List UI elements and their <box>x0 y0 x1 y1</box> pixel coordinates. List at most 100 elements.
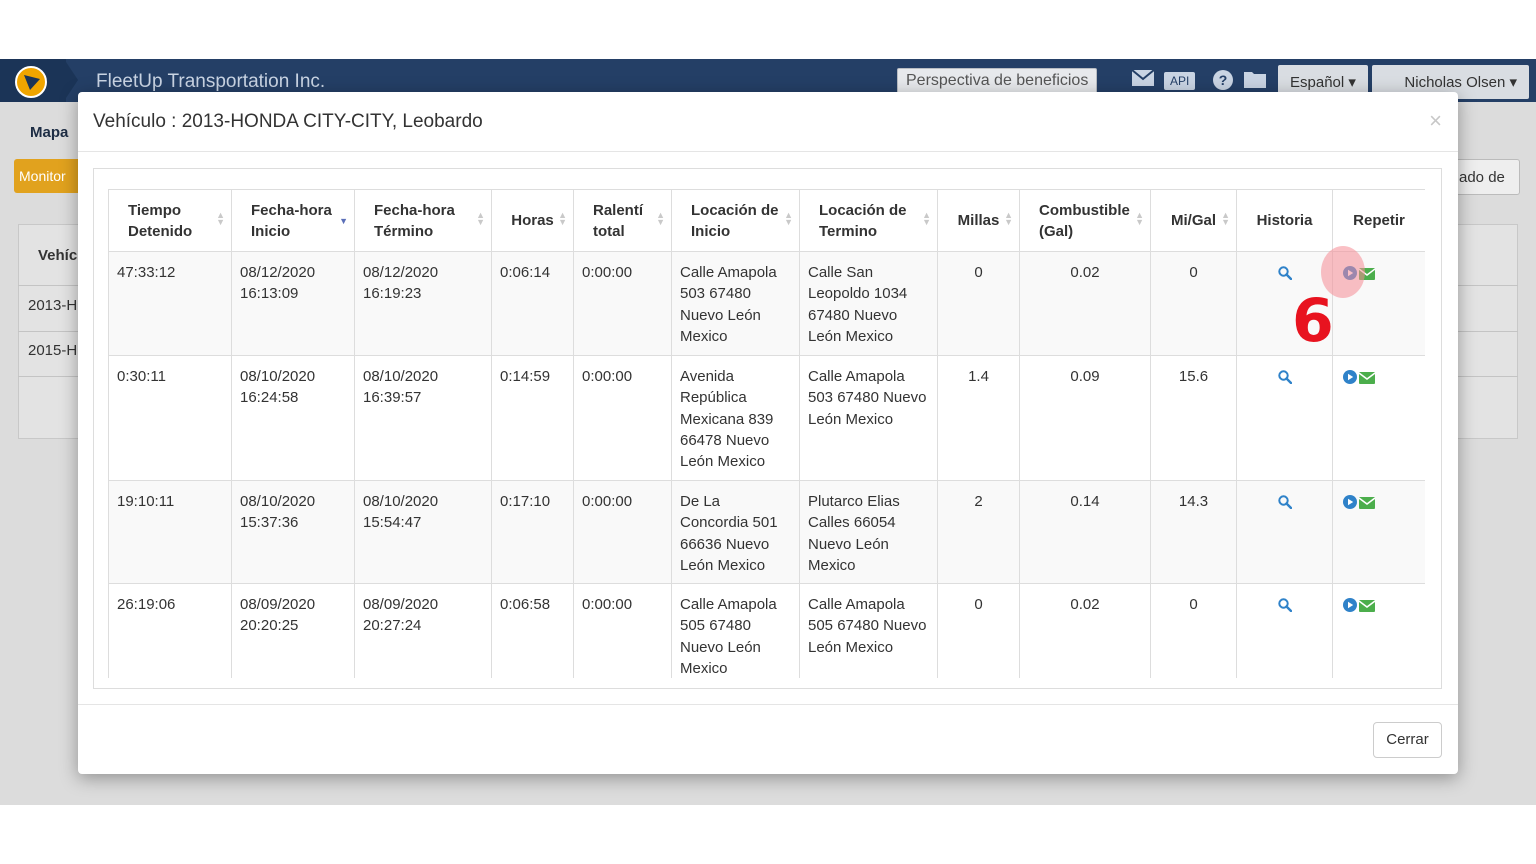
cell-end: 08/10/2020 15:54:47 <box>354 480 492 584</box>
sort-icon: ▲ ▼ <box>1135 210 1144 227</box>
monitor-button[interactable]: Monitor <box>14 159 84 193</box>
cell-miles: 0 <box>937 251 1020 356</box>
trip-modal: Vehículo : 2013-HONDA CITY-CITY, Leobard… <box>78 92 1458 774</box>
folder-icon[interactable] <box>1244 70 1268 93</box>
table-container: Tiempo Detenido ▲ ▼ Fecha-hora Inicio ▼ Fec… <box>93 168 1442 689</box>
caret-down-icon: ▾ <box>1348 74 1356 91</box>
cell-fuel: 0.02 <box>1019 251 1151 356</box>
cell-start: 08/09/2020 20:20:25 <box>231 583 355 678</box>
vehicle-column-header: Vehíc <box>38 247 78 264</box>
user-name: Nicholas Olsen <box>1404 74 1506 91</box>
sort-icon: ▲ ▼ <box>216 210 225 227</box>
cell-end-location: Calle Amapola 505 67480 Nuevo León Mexic… <box>799 583 938 678</box>
caret-down-icon: ▾ <box>1509 74 1517 91</box>
header-label: Historia <box>1256 212 1313 229</box>
header-label: Combustible (Gal) <box>1039 201 1130 240</box>
col-header-history: Historia <box>1236 189 1333 252</box>
cell-hours: 0:06:58 <box>491 583 574 678</box>
close-button[interactable]: Cerrar <box>1373 722 1442 758</box>
table-scroll[interactable]: Tiempo Detenido ▲ ▼ Fecha-hora Inicio ▼ Fec… <box>108 189 1425 678</box>
cell-hours: 0:06:14 <box>491 251 574 356</box>
company-name: FleetUp Transportation Inc. <box>96 71 326 92</box>
cell-mpg: 15.6 <box>1150 355 1237 481</box>
api-badge[interactable]: API <box>1164 72 1196 90</box>
cell-stopped: 0:30:11 <box>108 355 232 481</box>
divider <box>78 704 1458 705</box>
tab-map[interactable]: Mapa <box>30 124 68 141</box>
cell-mpg: 0 <box>1150 583 1237 678</box>
col-header-start[interactable]: Fecha-hora Inicio ▼ <box>231 189 355 252</box>
header-label: Locación de Termino <box>819 201 907 240</box>
col-header-mpg[interactable]: Mi/Gal ▲ ▼ <box>1150 189 1237 252</box>
header-label: Fecha-hora Inicio <box>251 201 332 240</box>
col-header-start-location[interactable]: Locación de Inicio ▲ ▼ <box>671 189 800 252</box>
envelope-icon[interactable] <box>1358 597 1376 618</box>
logo-arrow <box>64 59 78 101</box>
col-header-repeat: Repetir <box>1332 189 1425 252</box>
divider <box>78 151 1458 152</box>
table-row: 0:30:11 08/10/2020 16:24:58 08/10/2020 1… <box>108 355 1425 481</box>
cell-hours: 0:14:59 <box>491 355 574 481</box>
mail-icon[interactable] <box>1131 69 1155 91</box>
cell-idle: 0:00:00 <box>573 251 672 356</box>
table-row: 26:19:06 08/09/2020 20:20:25 08/09/2020 … <box>108 583 1425 678</box>
vehicle-row[interactable]: 2015-H <box>28 342 77 359</box>
vehicle-row[interactable]: 2013-H <box>28 297 77 314</box>
logo-icon[interactable] <box>15 66 47 98</box>
col-header-idle[interactable]: Ralentí total ▲ ▼ <box>573 189 672 252</box>
col-header-miles[interactable]: Millas ▲ ▼ <box>937 189 1020 252</box>
cell-start-location: Calle Amapola 503 67480 Nuevo León Mexic… <box>671 251 800 356</box>
cell-start-location: Calle Amapola 505 67480 Nuevo León Mexic… <box>671 583 800 678</box>
benefits-button[interactable]: Perspectiva de beneficios <box>897 68 1098 94</box>
play-icon[interactable] <box>1343 369 1357 390</box>
header-label: Millas <box>957 212 1000 229</box>
header-label: Repetir <box>1353 212 1405 229</box>
play-icon[interactable] <box>1343 597 1357 618</box>
cell-end-location: Calle San Leopoldo 1034 67480 Nuevo León… <box>799 251 938 356</box>
cell-start: 08/10/2020 15:37:36 <box>231 480 355 584</box>
cell-repeat <box>1332 480 1425 584</box>
close-icon[interactable]: × <box>1429 108 1442 134</box>
cell-mpg: 14.3 <box>1150 480 1237 584</box>
col-header-stopped[interactable]: Tiempo Detenido ▲ ▼ <box>108 189 232 252</box>
trips-table: Tiempo Detenido ▲ ▼ Fecha-hora Inicio ▼ Fec… <box>108 189 1425 678</box>
table-row: 19:10:11 08/10/2020 15:37:36 08/10/2020 … <box>108 480 1425 584</box>
step-number: 6 <box>1292 286 1334 356</box>
cell-idle: 0:00:00 <box>573 480 672 584</box>
play-icon[interactable] <box>1343 494 1357 515</box>
search-icon[interactable] <box>1277 494 1292 515</box>
header-label: Fecha-hora Término <box>374 201 455 240</box>
modal-title: Vehículo : 2013-HONDA CITY-CITY, Leobard… <box>93 111 483 132</box>
cell-miles: 1.4 <box>937 355 1020 481</box>
header-label: Horas <box>511 212 554 229</box>
cell-miles: 2 <box>937 480 1020 584</box>
cell-repeat <box>1332 355 1425 481</box>
col-header-fuel[interactable]: Combustible (Gal) ▲ ▼ <box>1019 189 1151 252</box>
envelope-icon[interactable] <box>1358 369 1376 390</box>
sort-icon: ▲ ▼ <box>784 210 793 227</box>
cell-idle: 0:00:00 <box>573 355 672 481</box>
col-header-hours[interactable]: Horas ▲ ▼ <box>491 189 574 252</box>
col-header-end-location[interactable]: Locación de Termino ▲ ▼ <box>799 189 938 252</box>
cell-fuel: 0.02 <box>1019 583 1151 678</box>
sort-icon: ▲ ▼ <box>1221 210 1230 227</box>
search-icon[interactable] <box>1277 369 1292 390</box>
logo-box <box>0 59 66 102</box>
cell-start-location: Avenida República Mexicana 839 66478 Nue… <box>671 355 800 481</box>
cell-end: 08/10/2020 16:39:57 <box>354 355 492 481</box>
search-icon[interactable] <box>1277 265 1292 286</box>
col-header-end[interactable]: Fecha-hora Término ▲ ▼ <box>354 189 492 252</box>
cell-stopped: 19:10:11 <box>108 480 232 584</box>
cell-history <box>1236 583 1333 678</box>
cell-stopped: 26:19:06 <box>108 583 232 678</box>
cell-fuel: 0.09 <box>1019 355 1151 481</box>
header-label: Locación de Inicio <box>691 201 779 240</box>
cell-start-location: De La Concordia 501 66636 Nuevo León Mex… <box>671 480 800 584</box>
sort-desc-icon: ▼ <box>339 216 348 226</box>
header-label: Ralentí total <box>593 201 644 240</box>
cell-history <box>1236 480 1333 584</box>
envelope-icon[interactable] <box>1358 494 1376 515</box>
svg-text:?: ? <box>1219 72 1228 88</box>
search-icon[interactable] <box>1277 597 1292 618</box>
cell-end-location: Plutarco Elias Calles 66054 Nuevo León M… <box>799 480 938 584</box>
